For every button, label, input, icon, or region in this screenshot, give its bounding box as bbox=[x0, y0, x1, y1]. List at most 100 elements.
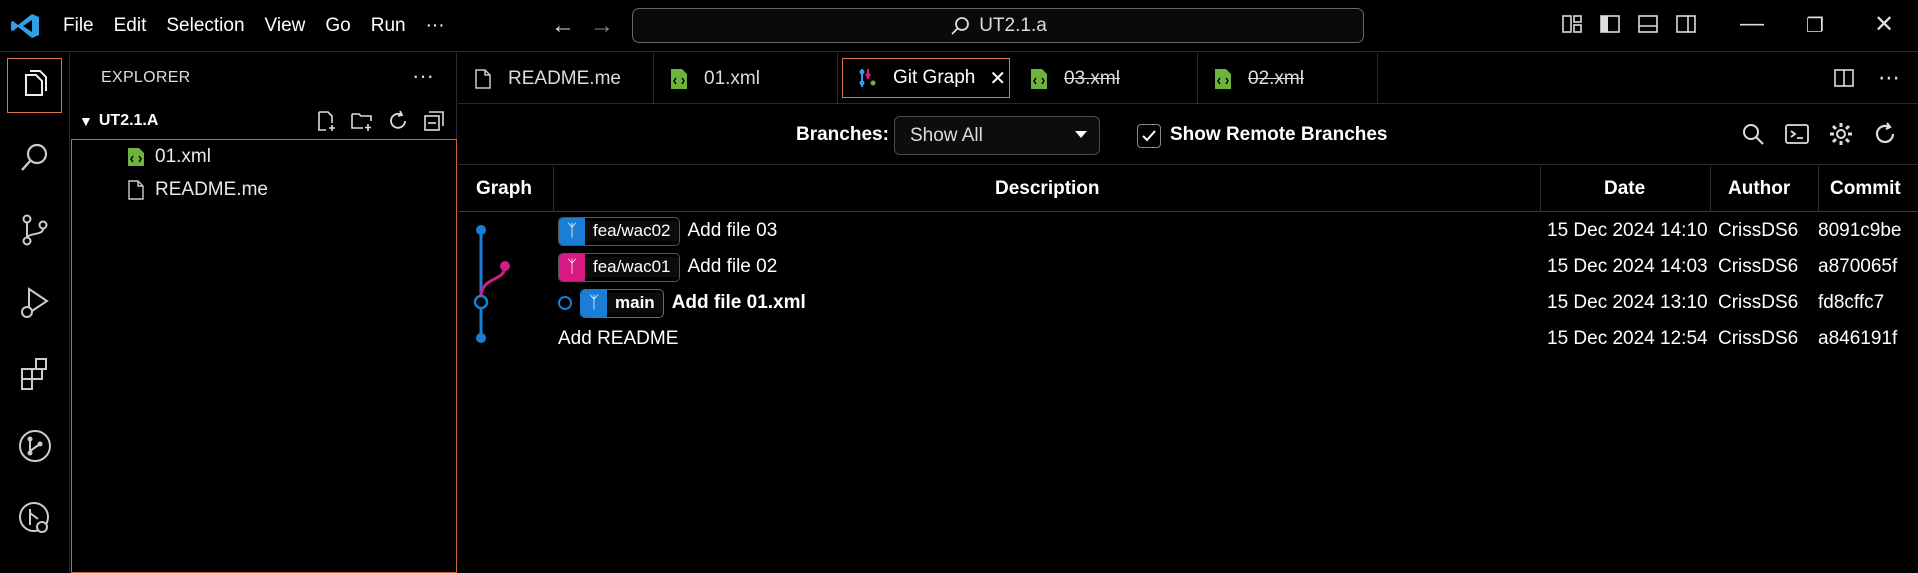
new-file-icon[interactable] bbox=[314, 109, 338, 133]
forward-arrow-icon[interactable]: → bbox=[590, 13, 614, 39]
header-commit[interactable]: Commit bbox=[1830, 166, 1901, 212]
branch-ref-badge[interactable]: ᛉ fea/wac02 bbox=[558, 216, 680, 246]
commit-row[interactable]: ᛉ fea/wac02 Add file 03 15 Dec 2024 14:1… bbox=[458, 213, 1918, 249]
branch-icon: ᛉ bbox=[559, 217, 585, 245]
tab-label: 01.xml bbox=[704, 67, 760, 89]
header-author[interactable]: Author bbox=[1728, 166, 1790, 212]
show-remote-checkbox[interactable] bbox=[1137, 124, 1161, 148]
commit-row[interactable]: ᛉ fea/wac01 Add file 02 15 Dec 2024 14:0… bbox=[458, 249, 1918, 285]
commit-message: Add file 03 bbox=[687, 220, 778, 241]
commit-message: Add file 01.xml bbox=[671, 292, 806, 313]
extensions-icon[interactable] bbox=[7, 346, 62, 401]
xml-file-icon bbox=[671, 68, 687, 89]
split-editor-icon[interactable] bbox=[1832, 66, 1856, 90]
git-history-icon[interactable] bbox=[7, 490, 62, 545]
tree-item-label: README.me bbox=[155, 178, 268, 200]
show-remote-label: Show Remote Branches bbox=[1170, 124, 1388, 145]
branch-icon: ᛉ bbox=[559, 253, 585, 281]
customize-layout-icon[interactable] bbox=[1560, 12, 1584, 36]
tab-03-xml[interactable]: 03.xml bbox=[1014, 53, 1198, 104]
command-center-search[interactable]: UT2.1.a bbox=[632, 8, 1364, 43]
source-control-icon[interactable] bbox=[7, 202, 62, 257]
header-description[interactable]: Description bbox=[995, 166, 1100, 212]
tab-02-xml[interactable]: 02.xml bbox=[1198, 53, 1378, 104]
find-icon[interactable] bbox=[1740, 121, 1766, 147]
header-date[interactable]: Date bbox=[1604, 166, 1645, 212]
branches-dropdown[interactable]: Show All bbox=[894, 116, 1100, 155]
xml-file-icon bbox=[1031, 68, 1047, 89]
menu-run[interactable]: Run bbox=[371, 13, 406, 39]
tab-readme[interactable]: README.me bbox=[458, 53, 654, 104]
menu-selection[interactable]: Selection bbox=[166, 13, 244, 39]
commit-author: CrissDS6 bbox=[1718, 292, 1799, 313]
branch-ref-badge[interactable]: ᛉ main bbox=[580, 288, 664, 318]
tab-label: Git Graph bbox=[893, 67, 976, 88]
collapse-all-icon[interactable] bbox=[422, 109, 446, 133]
tree-item-01-xml[interactable]: 01.xml bbox=[72, 140, 456, 173]
tab-label: 03.xml bbox=[1064, 67, 1120, 89]
tree-item-readme[interactable]: README.me bbox=[72, 173, 456, 206]
tree-item-label: 01.xml bbox=[155, 145, 211, 167]
commit-hash: a846191f bbox=[1818, 328, 1898, 349]
git-graph-icon[interactable] bbox=[7, 418, 62, 473]
activity-bar bbox=[0, 53, 70, 573]
explorer-icon[interactable] bbox=[7, 58, 62, 113]
menu-view[interactable]: View bbox=[265, 13, 306, 39]
commit-hash: a870065f bbox=[1818, 256, 1898, 277]
refresh-icon[interactable] bbox=[386, 109, 410, 133]
sidebar-title: EXPLORER bbox=[101, 69, 191, 86]
menu-go[interactable]: Go bbox=[325, 13, 350, 39]
run-debug-icon[interactable] bbox=[7, 274, 62, 329]
head-indicator-icon bbox=[558, 296, 572, 310]
header-graph[interactable]: Graph bbox=[476, 166, 532, 212]
more-actions-icon[interactable]: ··· bbox=[412, 63, 434, 89]
search-icon[interactable] bbox=[7, 130, 62, 185]
explorer-sidebar: EXPLORER ··· ▼ UT2.1.A 01.xml README.me bbox=[71, 53, 457, 573]
menu-bar: File Edit Selection View Go Run ··· bbox=[63, 0, 465, 52]
menu-more[interactable]: ··· bbox=[426, 13, 445, 39]
restore-icon[interactable]: ❐ bbox=[1806, 13, 1824, 38]
tab-01-xml[interactable]: 01.xml bbox=[654, 53, 838, 104]
editor-more-actions-icon[interactable]: ⋯ bbox=[1878, 65, 1900, 91]
refresh-icon[interactable] bbox=[1872, 121, 1898, 147]
close-tab-icon[interactable]: ✕ bbox=[989, 66, 1006, 91]
settings-gear-icon[interactable] bbox=[1828, 121, 1854, 147]
commit-hash: fd8cffc7 bbox=[1818, 292, 1885, 313]
commit-date: 15 Dec 2024 14:10 bbox=[1547, 220, 1708, 241]
back-arrow-icon[interactable]: ← bbox=[551, 13, 575, 39]
tab-git-graph[interactable]: Git Graph ✕ bbox=[842, 58, 1010, 98]
branch-ref-badge[interactable]: ᛉ fea/wac01 bbox=[558, 252, 680, 282]
close-window-icon[interactable]: ✕ bbox=[1874, 10, 1894, 39]
terminal-icon[interactable] bbox=[1784, 121, 1810, 147]
commit-row[interactable]: Add README 15 Dec 2024 12:54 CrissDS6 a8… bbox=[458, 321, 1918, 357]
commit-hash: 8091c9be bbox=[1818, 220, 1902, 241]
menu-edit[interactable]: Edit bbox=[114, 13, 147, 39]
chevron-down-icon: ▼ bbox=[79, 113, 93, 129]
commit-author: CrissDS6 bbox=[1718, 220, 1799, 241]
folder-name: UT2.1.A bbox=[98, 112, 159, 129]
commit-date: 15 Dec 2024 14:03 bbox=[1547, 256, 1708, 277]
git-graph-icon bbox=[859, 69, 876, 87]
commit-author: CrissDS6 bbox=[1718, 328, 1799, 349]
toggle-panel-icon[interactable] bbox=[1636, 12, 1660, 36]
file-icon bbox=[475, 68, 491, 89]
tab-label: README.me bbox=[508, 67, 621, 89]
toggle-primary-sidebar-icon[interactable] bbox=[1598, 12, 1622, 36]
branch-ref-name: fea/wac01 bbox=[585, 257, 679, 277]
new-folder-icon[interactable] bbox=[350, 109, 374, 133]
branch-ref-name: fea/wac02 bbox=[585, 221, 679, 241]
commit-date: 15 Dec 2024 12:54 bbox=[1547, 328, 1708, 349]
menu-file[interactable]: File bbox=[63, 13, 94, 39]
xml-file-icon bbox=[1215, 68, 1231, 89]
file-icon bbox=[128, 179, 144, 200]
branch-ref-name: main bbox=[607, 293, 663, 313]
vscode-logo-icon[interactable] bbox=[10, 13, 40, 39]
branches-label: Branches: bbox=[796, 124, 889, 145]
file-tree: 01.xml README.me bbox=[71, 139, 457, 573]
commit-row[interactable]: ᛉ main Add file 01.xml 15 Dec 2024 13:10… bbox=[458, 285, 1918, 321]
toggle-secondary-sidebar-icon[interactable] bbox=[1674, 12, 1698, 36]
minimize-icon[interactable]: — bbox=[1740, 10, 1764, 38]
branch-icon: ᛉ bbox=[581, 289, 607, 317]
git-graph-toolbar: Branches: Show All Show Remote Branches bbox=[458, 105, 1918, 165]
checkmark-icon bbox=[1142, 130, 1156, 142]
